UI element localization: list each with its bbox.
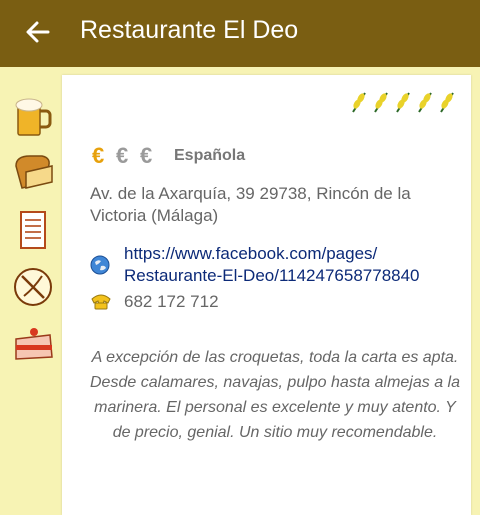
wheat-icon <box>374 92 388 113</box>
website-link-line: Restaurante-El-Deo/114247658778840 <box>124 266 420 285</box>
beer-mug-icon[interactable] <box>12 95 52 136</box>
sidebar <box>0 67 62 506</box>
globe-icon <box>90 255 110 275</box>
wheat-icon <box>396 92 410 113</box>
address-text: Av. de la Axarquía, 39 29738, Rincón de … <box>90 184 411 225</box>
price-symbol: € <box>92 143 105 168</box>
price-symbol: € <box>140 143 153 168</box>
app-bar: Restaurante El Deo <box>0 0 480 67</box>
restaurant-detail-card: € € € Española Av. de la Axarquía, 39 2973… <box>62 75 471 515</box>
cake-icon[interactable] <box>12 323 53 363</box>
cuisine-label: Española <box>174 147 246 164</box>
page-title: Restaurante El Deo <box>80 16 299 44</box>
menu-list-icon[interactable] <box>12 209 52 249</box>
price-level: € € € <box>92 143 164 169</box>
phone-icon <box>90 292 112 310</box>
arrow-left-icon[interactable] <box>24 18 52 46</box>
bread-icon[interactable] <box>12 152 53 192</box>
wheat-icon <box>418 92 432 113</box>
wheat-icon <box>440 92 454 113</box>
rating-stars <box>350 91 457 113</box>
price-symbol: € <box>116 143 129 168</box>
gluten-free-icon[interactable] <box>12 266 52 306</box>
website-link-line: https://www.facebook.com/pages/ <box>124 244 378 263</box>
wheat-icon <box>352 92 366 113</box>
phone-number[interactable]: 682 172 712 <box>124 292 219 312</box>
website-link[interactable]: https://www.facebook.com/pages/ Restaura… <box>124 243 420 287</box>
review-text: A excepción de las croquetas, toda la ca… <box>90 349 460 441</box>
